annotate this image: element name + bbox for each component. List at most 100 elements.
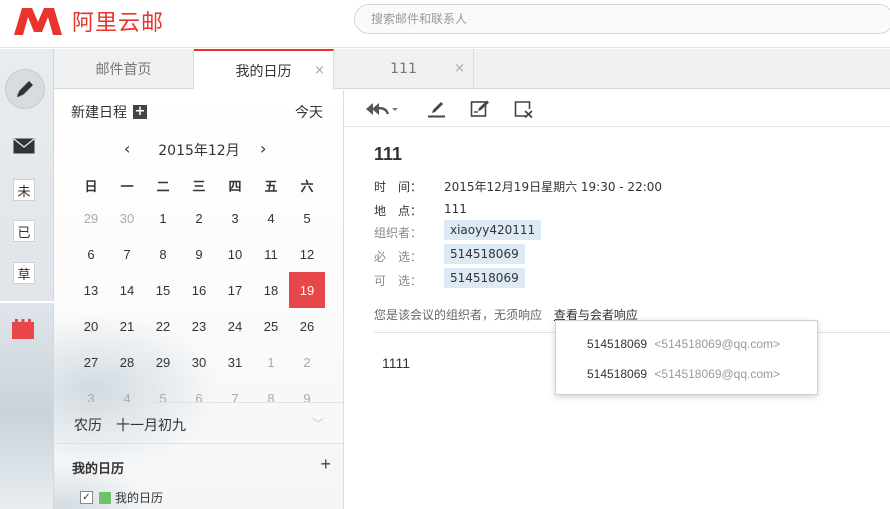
- edit-event-icon[interactable]: [470, 100, 490, 118]
- read-filter-button[interactable]: 已: [13, 220, 35, 242]
- day-cell[interactable]: 27: [73, 344, 109, 380]
- unread-filter-button[interactable]: 未: [13, 179, 35, 201]
- day-cell[interactable]: 13: [73, 272, 109, 308]
- day-cell[interactable]: 23: [181, 308, 217, 344]
- day-cell[interactable]: 8: [145, 236, 181, 272]
- new-event-button[interactable]: 新建日程 +: [71, 102, 147, 122]
- day-cell[interactable]: 1: [145, 200, 181, 236]
- month-grid: 日一二三四五六 29 30 1 2 3 4 5 6 7 8 9 10 11 12 13 14 15 16 17 18 19…: [73, 170, 325, 416]
- day-cell[interactable]: 10: [217, 236, 253, 272]
- day-cell[interactable]: 15: [145, 272, 181, 308]
- field-key: 时 间：: [374, 180, 423, 194]
- day-cell[interactable]: 22: [145, 308, 181, 344]
- calendar-checkbox[interactable]: ✓: [80, 491, 93, 504]
- new-event-label: 新建日程: [71, 105, 127, 121]
- field-key: 地 点：: [374, 204, 423, 218]
- day-cell[interactable]: 29: [145, 344, 181, 380]
- day-cell[interactable]: 25: [253, 308, 289, 344]
- month-label: 2015年12月: [158, 143, 240, 159]
- search-input[interactable]: [355, 5, 855, 33]
- attendee-email: <514518069@qq.com>: [654, 337, 781, 351]
- day-cell[interactable]: 5: [289, 200, 325, 236]
- lunar-date: 农历 十一月初九: [74, 418, 186, 434]
- contact-chip[interactable]: xiaoyy420111: [444, 220, 542, 240]
- event-field-row: 可 选： 514518069: [374, 268, 525, 289]
- envelope-icon[interactable]: [13, 138, 35, 154]
- event-field-row: 组织者： xiaoyy420111: [374, 220, 542, 241]
- attendee-name: 514518069: [587, 337, 648, 351]
- today-button[interactable]: 今天: [295, 102, 323, 122]
- my-calendars-title: 我的日历: [72, 462, 125, 477]
- day-cell[interactable]: 4: [253, 200, 289, 236]
- tab-close-icon[interactable]: ×: [454, 61, 465, 76]
- chevron-right-icon[interactable]: ›: [260, 139, 266, 158]
- day-cell[interactable]: 16: [181, 272, 217, 308]
- tab-bar: 邮件首页 我的日历 × 111 ×: [54, 49, 890, 90]
- tab-event-111[interactable]: 111 ×: [334, 49, 474, 89]
- event-field-row: 必 选： 514518069: [374, 244, 525, 265]
- search-box[interactable]: [354, 4, 890, 34]
- day-cell[interactable]: 14: [109, 272, 145, 308]
- weekday-label: 四: [228, 179, 242, 195]
- day-cell[interactable]: 30: [181, 344, 217, 380]
- day-cell[interactable]: 21: [109, 308, 145, 344]
- weekday-label: 二: [156, 179, 170, 195]
- delete-event-icon[interactable]: [514, 100, 534, 118]
- day-cell[interactable]: 3: [217, 200, 253, 236]
- tab-close-icon[interactable]: ×: [314, 63, 325, 78]
- day-cell[interactable]: 28: [109, 344, 145, 380]
- field-value: 2015年12月19日星期六 19:30 - 22:00: [444, 180, 663, 194]
- day-cell[interactable]: 7: [109, 236, 145, 272]
- day-cell[interactable]: 1: [253, 344, 289, 380]
- day-cell[interactable]: 18: [253, 272, 289, 308]
- calendar-list-item[interactable]: ✓ 我的日历: [80, 489, 163, 506]
- day-cell[interactable]: 24: [217, 308, 253, 344]
- day-cell[interactable]: 20: [73, 308, 109, 344]
- day-cell[interactable]: 26: [289, 308, 325, 344]
- day-cell[interactable]: 12: [289, 236, 325, 272]
- weekday-header: 日一二三四五六: [73, 170, 325, 200]
- selected-day-cell[interactable]: 19: [289, 272, 325, 308]
- day-cell[interactable]: 31: [217, 344, 253, 380]
- tab-mail-home[interactable]: 邮件首页: [54, 49, 194, 89]
- calendar-color-swatch: [99, 491, 111, 504]
- attendee-item[interactable]: 514518069 <514518069@qq.com>: [587, 337, 780, 351]
- drafts-button[interactable]: 草: [13, 262, 35, 284]
- event-title: 111: [374, 144, 403, 164]
- day-cell[interactable]: 30: [109, 200, 145, 236]
- event-field-row: 地 点： 111: [374, 202, 467, 219]
- day-cell[interactable]: 2: [181, 200, 217, 236]
- tab-label: 邮件首页: [95, 62, 152, 78]
- field-key: 可 选：: [374, 274, 423, 288]
- event-field-row: 时 间： 2015年12月19日星期六 19:30 - 22:00: [374, 178, 662, 195]
- day-cell[interactable]: 9: [181, 236, 217, 272]
- organizer-note-text: 您是该会议的组织者，无须响应: [374, 308, 543, 322]
- tab-label: 111: [390, 61, 417, 77]
- reply-all-icon[interactable]: [365, 100, 399, 118]
- edit-icon[interactable]: [427, 100, 447, 118]
- calendar-item-label: 我的日历: [115, 491, 164, 505]
- day-cell[interactable]: 11: [253, 236, 289, 272]
- event-body: 1111: [382, 355, 411, 371]
- day-cell[interactable]: 2: [289, 344, 325, 380]
- logo-text: 阿里云邮: [72, 11, 165, 36]
- weekday-label: 六: [300, 179, 314, 195]
- tab-my-calendar[interactable]: 我的日历 ×: [194, 49, 334, 90]
- add-calendar-icon[interactable]: +: [320, 454, 331, 475]
- chevron-left-icon[interactable]: ‹: [124, 139, 130, 158]
- day-cell[interactable]: 29: [73, 200, 109, 236]
- field-value: xiaoyy420111: [444, 220, 542, 240]
- attendee-name: 514518069: [587, 367, 648, 381]
- contact-chip[interactable]: 514518069: [444, 244, 525, 264]
- day-cell[interactable]: 6: [73, 236, 109, 272]
- compose-button[interactable]: [5, 69, 45, 109]
- day-cell[interactable]: 17: [217, 272, 253, 308]
- calendar-icon[interactable]: [12, 319, 34, 339]
- attendee-item[interactable]: 514518069 <514518069@qq.com>: [587, 367, 780, 381]
- lunar-date-bar[interactable]: 农历 十一月初九 ﹀: [54, 402, 343, 444]
- chevron-down-icon[interactable]: ﹀: [312, 415, 324, 432]
- nav-rail: 未 已 草: [0, 49, 54, 509]
- contact-chip[interactable]: 514518069: [444, 268, 525, 288]
- week-row: 6 7 8 9 10 11 12: [73, 236, 325, 272]
- logo[interactable]: 阿里云邮: [12, 4, 164, 38]
